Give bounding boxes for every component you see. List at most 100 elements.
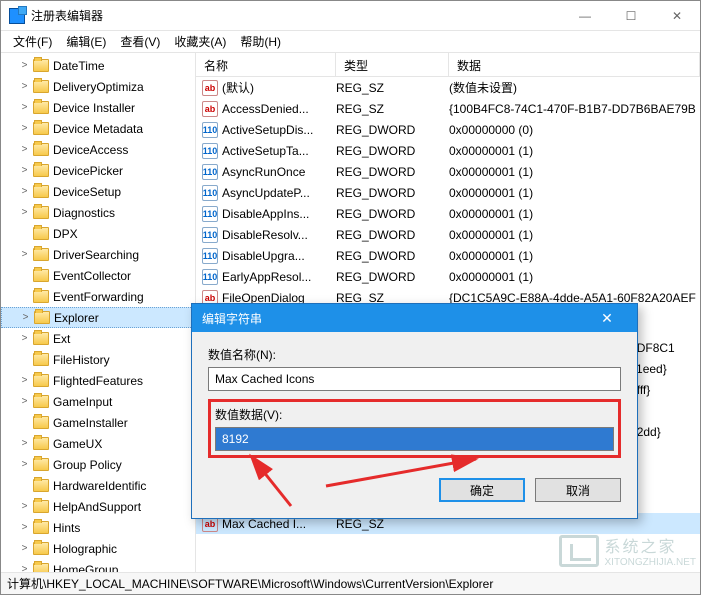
expand-icon[interactable]: > [19, 396, 30, 407]
expand-icon[interactable]: > [19, 60, 30, 71]
folder-icon [33, 479, 49, 492]
folder-icon [33, 542, 49, 555]
list-header: 名称 类型 数据 [196, 53, 700, 77]
tree-label: Device Installer [53, 101, 135, 115]
menu-view[interactable]: 查看(V) [114, 31, 166, 52]
ok-button[interactable]: 确定 [439, 478, 525, 502]
expand-icon[interactable]: > [19, 459, 30, 470]
tree-item[interactable]: EventCollector [1, 265, 195, 286]
list-row[interactable]: DisableAppIns...REG_DWORD0x00000001 (1) [196, 203, 700, 224]
title-bar: 注册表编辑器 — ☐ ✕ [1, 1, 700, 31]
expand-icon[interactable] [19, 480, 30, 491]
maximize-button[interactable]: ☐ [608, 1, 654, 31]
list-row[interactable]: DisableResolv...REG_DWORD0x00000001 (1) [196, 224, 700, 245]
folder-icon [33, 458, 49, 471]
list-row[interactable]: DisableUpgra...REG_DWORD0x00000001 (1) [196, 245, 700, 266]
folder-icon [33, 353, 49, 366]
expand-icon[interactable]: > [19, 543, 30, 554]
list-row[interactable]: AsyncRunOnceREG_DWORD0x00000001 (1) [196, 161, 700, 182]
tree-label: FlightedFeatures [53, 374, 143, 388]
tree-item[interactable]: >DateTime [1, 55, 195, 76]
dialog-close-button[interactable]: ✕ [587, 310, 627, 327]
close-button[interactable]: ✕ [654, 1, 700, 31]
tree-item[interactable]: >Device Metadata [1, 118, 195, 139]
expand-icon[interactable]: > [19, 249, 30, 260]
tree-item[interactable]: >Diagnostics [1, 202, 195, 223]
tree-item[interactable]: >DeviceSetup [1, 181, 195, 202]
tree-item[interactable]: HardwareIdentific [1, 475, 195, 496]
header-type[interactable]: 类型 [336, 53, 449, 76]
list-row[interactable]: AsyncUpdateP...REG_DWORD0x00000001 (1) [196, 182, 700, 203]
value-data-label: 数值数据(V): [215, 406, 614, 423]
minimize-button[interactable]: — [562, 1, 608, 31]
header-data[interactable]: 数据 [449, 53, 700, 76]
menu-edit[interactable]: 编辑(E) [60, 31, 112, 52]
tree-item[interactable]: >DriverSearching [1, 244, 195, 265]
tree-item[interactable]: GameInstaller [1, 412, 195, 433]
status-path: 计算机\HKEY_LOCAL_MACHINE\SOFTWARE\Microsof… [7, 575, 493, 592]
tree-item[interactable]: > Ext [1, 328, 195, 349]
expand-icon[interactable]: > [19, 438, 30, 449]
tree-item[interactable]: > Device Installer [1, 97, 195, 118]
tree-item[interactable]: EventForwarding [1, 286, 195, 307]
dword-value-icon [202, 122, 218, 138]
tree-item[interactable]: >Holographic [1, 538, 195, 559]
list-row[interactable]: (默认)REG_SZ(数值未设置) [196, 77, 700, 98]
expand-icon[interactable] [19, 228, 30, 239]
expand-icon[interactable]: > [19, 207, 30, 218]
expand-icon[interactable]: > [19, 81, 30, 92]
tree-item[interactable]: >HomeGroup [1, 559, 195, 572]
tree-item[interactable]: >Hints [1, 517, 195, 538]
folder-icon [33, 437, 49, 450]
list-row[interactable]: EarlyAppResol...REG_DWORD0x00000001 (1) [196, 266, 700, 287]
expand-icon[interactable]: > [19, 144, 30, 155]
tree-item[interactable]: >Explorer [1, 307, 195, 328]
expand-icon[interactable]: > [19, 165, 30, 176]
dialog-title-bar[interactable]: 编辑字符串 ✕ [192, 304, 637, 332]
cancel-button[interactable]: 取消 [535, 478, 621, 502]
tree-label: DeviceAccess [53, 143, 128, 157]
value-data-input[interactable] [215, 427, 614, 451]
list-row[interactable]: ActiveSetupTa...REG_DWORD0x00000001 (1) [196, 140, 700, 161]
folder-icon [33, 248, 49, 261]
tree-item[interactable]: > Group Policy [1, 454, 195, 475]
tree-item[interactable]: DPX [1, 223, 195, 244]
folder-icon [33, 80, 49, 93]
tree-label: Group Policy [53, 458, 122, 472]
tree-item[interactable]: >DeliveryOptimiza [1, 76, 195, 97]
menu-favorites[interactable]: 收藏夹(A) [168, 31, 232, 52]
list-row[interactable]: ActiveSetupDis...REG_DWORD0x00000000 (0) [196, 119, 700, 140]
expand-icon[interactable]: > [19, 522, 30, 533]
tree-item[interactable]: >GameUX [1, 433, 195, 454]
expand-icon[interactable] [19, 354, 30, 365]
tree-label: Ext [53, 332, 70, 346]
expand-icon[interactable]: > [19, 501, 30, 512]
tree-item[interactable]: > FlightedFeatures [1, 370, 195, 391]
expand-icon[interactable]: > [19, 123, 30, 134]
folder-icon [33, 59, 49, 72]
tree-item[interactable]: FileHistory [1, 349, 195, 370]
list-row[interactable]: AccessDenied...REG_SZ{100B4FC8-74C1-470F… [196, 98, 700, 119]
expand-icon[interactable] [19, 417, 30, 428]
tree-item[interactable]: > DeviceAccess [1, 139, 195, 160]
expand-icon[interactable]: > [19, 333, 30, 344]
tree-item[interactable]: >GameInput [1, 391, 195, 412]
expand-icon[interactable] [19, 270, 30, 281]
registry-tree[interactable]: >DateTime>DeliveryOptimiza>Device Instal… [1, 53, 196, 572]
tree-item[interactable]: >HelpAndSupport [1, 496, 195, 517]
expand-icon[interactable]: > [20, 312, 31, 323]
dword-value-icon [202, 206, 218, 222]
expand-icon[interactable]: > [19, 186, 30, 197]
menu-help[interactable]: 帮助(H) [234, 31, 287, 52]
expand-icon[interactable]: > [19, 102, 30, 113]
menu-file[interactable]: 文件(F) [7, 31, 58, 52]
menu-bar: 文件(F) 编辑(E) 查看(V) 收藏夹(A) 帮助(H) [1, 31, 700, 53]
tree-item[interactable]: >DevicePicker [1, 160, 195, 181]
expand-icon[interactable]: > [19, 375, 30, 386]
header-name[interactable]: 名称 [196, 53, 336, 76]
expand-icon[interactable] [19, 291, 30, 302]
cell-type: REG_DWORD [336, 186, 449, 200]
expand-icon[interactable]: > [19, 564, 30, 572]
cell-name: ActiveSetupTa... [222, 144, 336, 158]
value-name-input[interactable] [208, 367, 621, 391]
